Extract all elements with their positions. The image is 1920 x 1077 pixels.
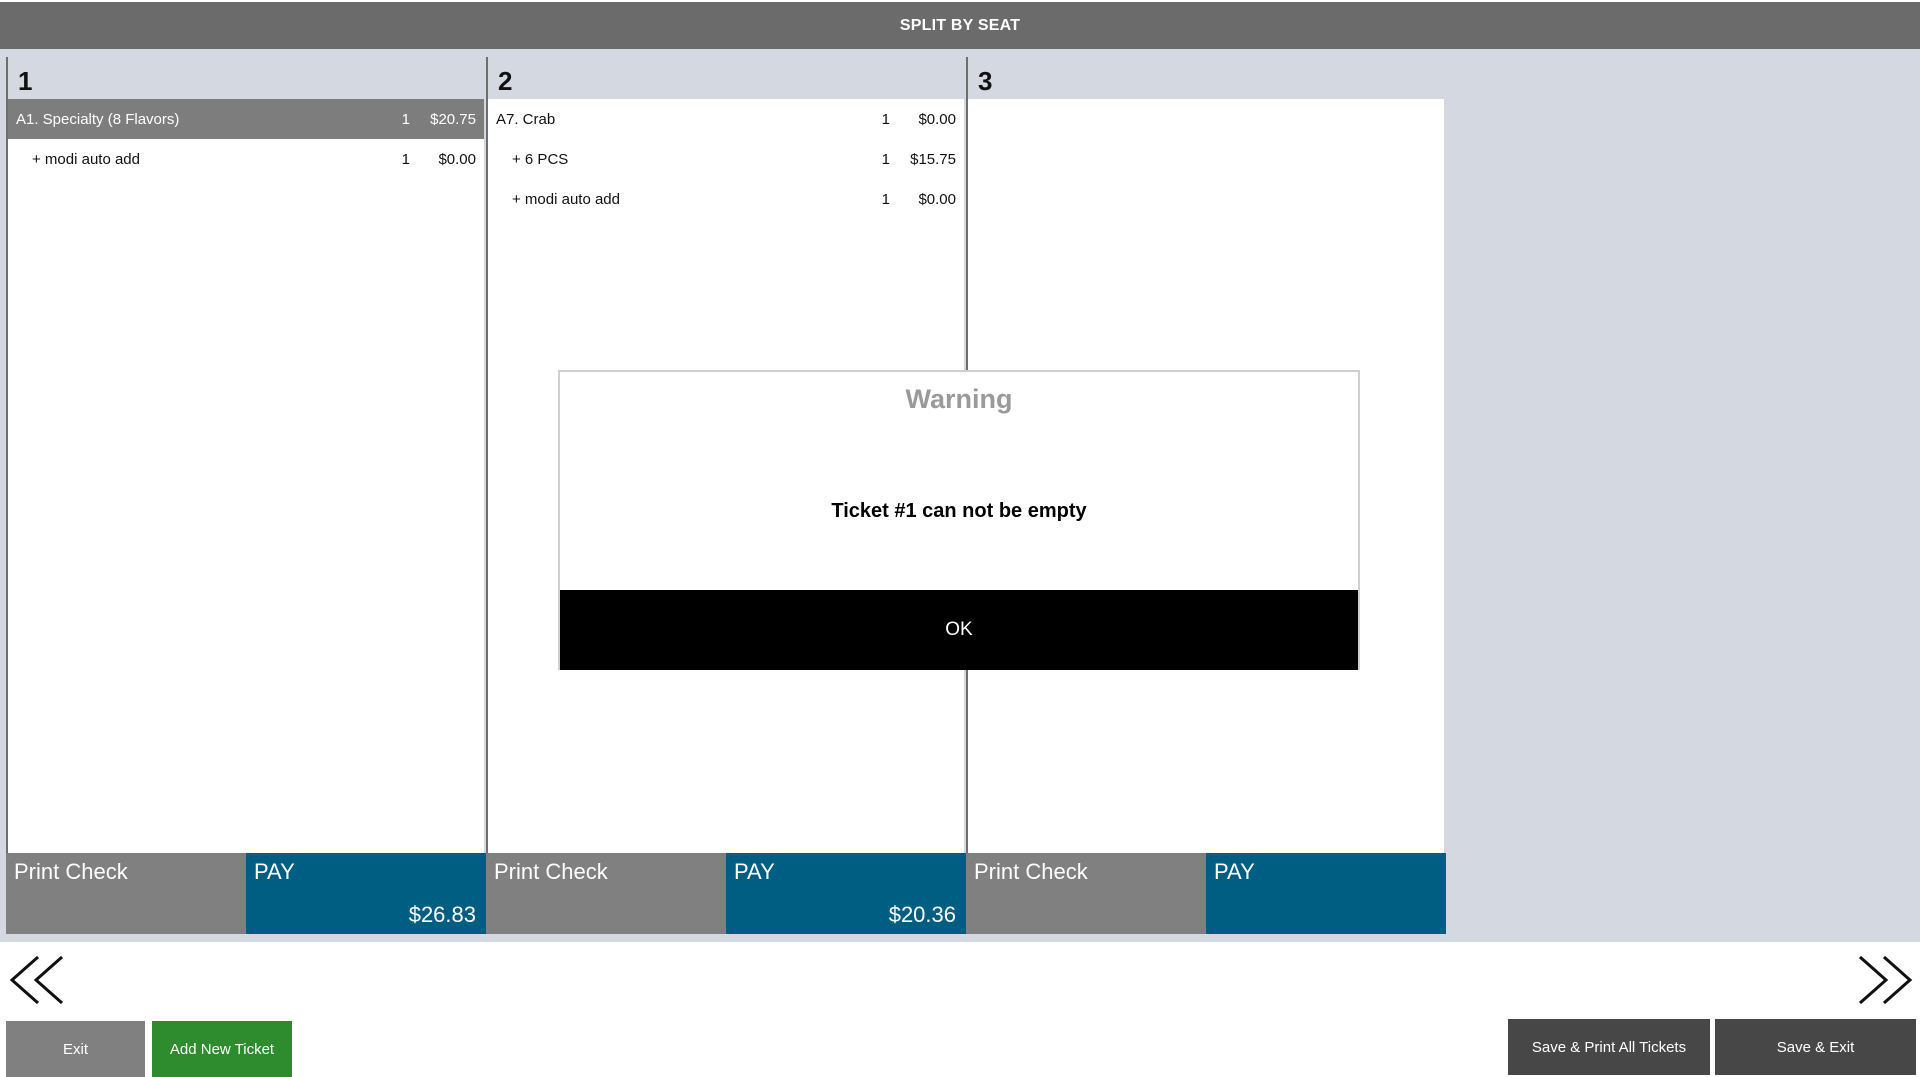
ticket-footer: Print Check PAY $26.83: [6, 853, 486, 934]
item-price: $20.75: [430, 110, 476, 128]
ticket-item-row[interactable]: A1. Specialty (8 Flavors) 1 $20.75: [8, 99, 484, 139]
print-check-label: Print Check: [974, 859, 1088, 884]
pay-label: PAY: [254, 859, 295, 884]
exit-label: Exit: [62, 1040, 88, 1058]
page-title: SPLIT BY SEAT: [899, 16, 1021, 34]
pay-total: $20.36: [888, 902, 956, 927]
ticket-footer: Print Check PAY $20.36: [486, 853, 966, 934]
item-price: $0.00: [438, 150, 476, 168]
previous-page-button[interactable]: [4, 953, 70, 1007]
save-exit-label: Save & Exit: [1776, 1038, 1855, 1056]
pay-button[interactable]: PAY $20.36: [726, 853, 966, 934]
ticket-header: 3: [968, 57, 1444, 99]
item-qty: 1: [881, 110, 890, 128]
add-new-ticket-button[interactable]: Add New Ticket: [152, 1021, 292, 1077]
ticket-number: 1: [18, 66, 33, 96]
item-name: + modi auto add: [32, 150, 140, 168]
save-print-all-button[interactable]: Save & Print All Tickets: [1508, 1019, 1710, 1075]
item-name: A1. Specialty (8 Flavors): [16, 110, 180, 128]
dialog-message: Ticket #1 can not be empty: [831, 500, 1087, 522]
ticket-item-row[interactable]: A7. Crab 1 $0.00: [488, 99, 964, 139]
ok-label: OK: [945, 619, 973, 640]
ticket-header: 2: [488, 57, 964, 99]
dialog-title: Warning: [905, 384, 1013, 414]
item-name: + modi auto add: [512, 190, 620, 208]
print-check-button[interactable]: Print Check: [486, 853, 726, 934]
item-price: $0.00: [918, 190, 956, 208]
item-price: $0.00: [918, 110, 956, 128]
save-print-all-label: Save & Print All Tickets: [1531, 1038, 1687, 1056]
print-check-label: Print Check: [14, 859, 128, 884]
pay-button[interactable]: PAY $26.83: [246, 853, 486, 934]
item-name: + 6 PCS: [512, 150, 569, 168]
item-qty: 1: [401, 150, 410, 168]
ticket-header: 1: [8, 57, 484, 99]
warning-dialog: Warning Ticket #1 can not be empty OK: [558, 370, 1360, 670]
item-qty: 1: [401, 110, 410, 128]
ticket-number: 3: [978, 66, 993, 96]
print-check-button[interactable]: Print Check: [966, 853, 1206, 934]
print-check-label: Print Check: [494, 859, 608, 884]
item-name: A7. Crab: [496, 110, 556, 128]
item-price: $15.75: [910, 150, 956, 168]
item-qty: 1: [881, 190, 890, 208]
ok-button[interactable]: OK: [560, 590, 1358, 670]
ticket-panel-1: 1 A1. Specialty (8 Flavors) 1 $20.75 + m…: [6, 57, 486, 934]
title-bar: SPLIT BY SEAT: [0, 2, 1920, 49]
pay-button[interactable]: PAY: [1206, 853, 1446, 934]
save-exit-button[interactable]: Save & Exit: [1715, 1019, 1916, 1075]
item-qty: 1: [881, 150, 890, 168]
double-chevron-right-icon: [1859, 955, 1913, 1005]
pay-label: PAY: [734, 859, 775, 884]
next-page-button[interactable]: [1852, 953, 1918, 1007]
add-new-ticket-label: Add New Ticket: [169, 1040, 275, 1058]
pay-label: PAY: [1214, 859, 1255, 884]
ticket-item-row[interactable]: + modi auto add 1 $0.00: [488, 179, 964, 219]
ticket-item-row[interactable]: + modi auto add 1 $0.00: [8, 139, 484, 179]
exit-button[interactable]: Exit: [6, 1021, 145, 1077]
ticket-footer: Print Check PAY: [966, 853, 1446, 934]
pay-total: $26.83: [408, 902, 476, 927]
print-check-button[interactable]: Print Check: [6, 853, 246, 934]
ticket-item-row[interactable]: + 6 PCS 1 $15.75: [488, 139, 964, 179]
ticket-number: 2: [498, 66, 513, 96]
double-chevron-left-icon: [9, 955, 63, 1005]
